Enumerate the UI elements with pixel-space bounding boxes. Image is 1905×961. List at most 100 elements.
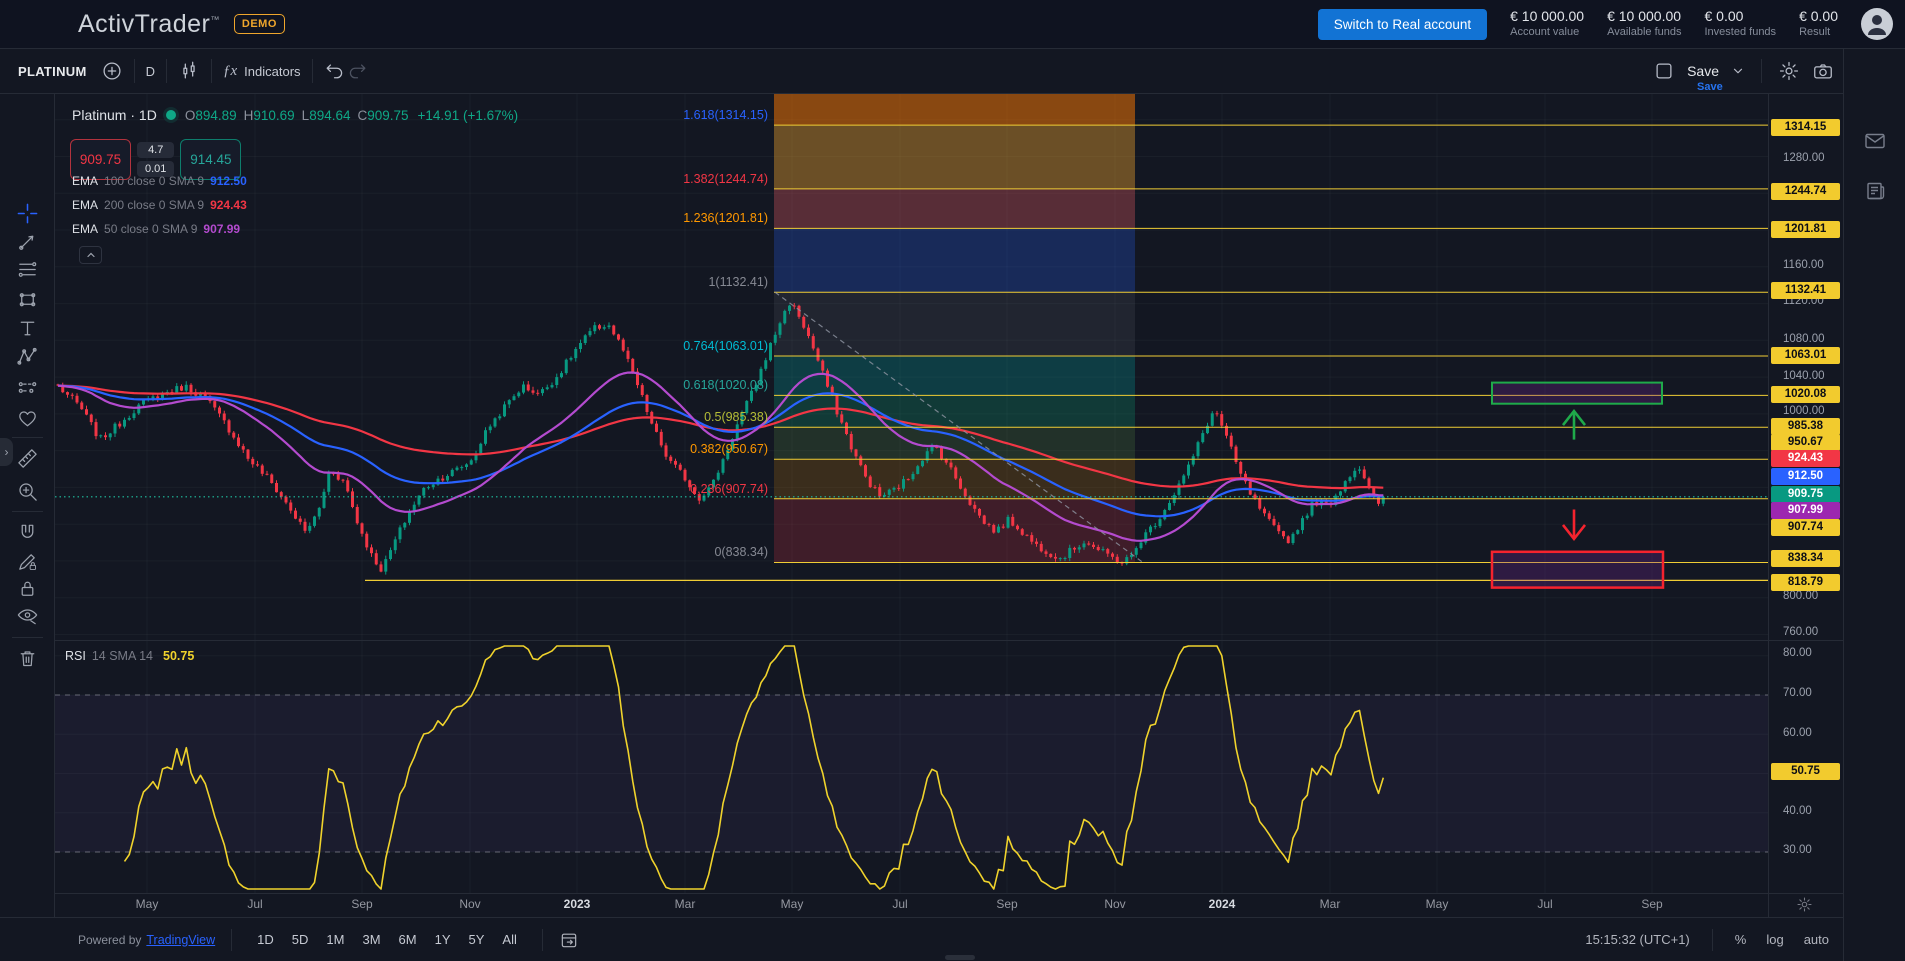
axis-settings-gear-icon[interactable] — [1796, 896, 1813, 918]
time-axis[interactable]: MayJulSepNov2023MarMayJulSepNov2024MarMa… — [0, 893, 1843, 917]
lock-drawings-tool[interactable] — [16, 577, 39, 600]
symbol-button[interactable]: PLATINUM — [18, 64, 87, 79]
pane-separator[interactable] — [55, 640, 1843, 641]
invested-funds: € 0.00 — [1705, 8, 1777, 26]
price-badge: 1063.01 — [1771, 347, 1840, 364]
text-tool[interactable] — [16, 317, 39, 340]
price-badge: 907.99 — [1771, 502, 1840, 519]
fib-level-label: 1.382(1244.74) — [683, 172, 768, 186]
auto-scale-button[interactable]: auto — [1804, 932, 1829, 947]
redo-button[interactable] — [346, 60, 368, 82]
xabcd-pattern-tool[interactable] — [16, 345, 39, 368]
rail-collapse-handle[interactable]: › — [0, 438, 13, 466]
range-5y-button[interactable]: 5Y — [460, 928, 494, 951]
percent-scale-button[interactable]: % — [1735, 932, 1747, 947]
fib-retracement-tool[interactable] — [16, 258, 39, 281]
fib-level-label: 1.236(1201.81) — [683, 211, 768, 225]
panel-resize-handle[interactable] — [945, 955, 975, 960]
rsi-legend[interactable]: RSI14 SMA 14 50.75 — [65, 649, 194, 663]
fib-level-label: 0.236(907.74) — [690, 482, 768, 496]
indicators-button[interactable]: ƒx Indicators — [223, 63, 301, 80]
time-tick: May — [136, 897, 159, 911]
crosshair-tool[interactable] — [16, 202, 39, 225]
price-chart-canvas[interactable] — [0, 0, 1905, 961]
price-badge: 924.43 — [1771, 450, 1840, 467]
emoji-tool[interactable] — [16, 407, 39, 430]
price-tick: 70.00 — [1783, 687, 1812, 699]
go-to-date-icon[interactable] — [559, 930, 579, 950]
chevron-up-icon — [85, 249, 97, 261]
range-1m-button[interactable]: 1M — [317, 928, 353, 951]
layout-icon[interactable] — [1653, 60, 1675, 82]
header-right: Switch to Real account € 10 000.00 Accou… — [1318, 8, 1905, 40]
range-1y-button[interactable]: 1Y — [426, 928, 460, 951]
available-funds-label: Available funds — [1607, 26, 1681, 40]
zoom-in-tool[interactable] — [16, 480, 39, 503]
redo-icon — [346, 60, 368, 82]
account-value: € 10 000.00 — [1510, 8, 1584, 26]
ema-100-row[interactable]: EMA100 close 0 SMA 9 912.50 — [72, 174, 247, 188]
compare-add-button[interactable] — [101, 60, 123, 82]
price-scale[interactable]: 1280.001160.001120.001080.001040.001000.… — [1768, 94, 1843, 917]
time-tick: Nov — [459, 897, 480, 911]
price-tick: 760.00 — [1783, 626, 1818, 638]
range-5d-button[interactable]: 5D — [283, 928, 318, 951]
camera-snapshot-icon[interactable] — [1812, 60, 1834, 82]
price-badge: 50.75 — [1771, 763, 1840, 780]
settings-gear-icon[interactable] — [1778, 60, 1800, 82]
price-badge: 909.75 — [1771, 486, 1840, 503]
price-badge: 818.79 — [1771, 574, 1840, 591]
ema-200-value: 924.43 — [210, 198, 247, 212]
tradingview-link[interactable]: TradingView — [146, 933, 215, 947]
price-badge: 950.67 — [1771, 434, 1840, 451]
trademark: ™ — [210, 14, 220, 24]
symbol-title[interactable]: Platinum · 1D — [72, 107, 157, 123]
range-all-button[interactable]: All — [493, 928, 525, 951]
legend-collapse-button[interactable] — [79, 246, 102, 264]
remove-drawings-tool[interactable] — [16, 647, 39, 670]
news-icon — [1863, 179, 1887, 203]
market-open-dot — [166, 110, 176, 120]
hide-drawings-tool[interactable] — [16, 604, 39, 627]
time-tick: Mar — [1320, 897, 1341, 911]
rsi-value: 50.75 — [163, 649, 194, 663]
price-tick: 60.00 — [1783, 727, 1812, 739]
ema-200-row[interactable]: EMA200 close 0 SMA 9 924.43 — [72, 198, 247, 212]
measure-ruler-tool[interactable] — [16, 447, 39, 470]
time-tick: May — [1426, 897, 1449, 911]
time-tick: 2024 — [1209, 897, 1236, 911]
interval-button[interactable]: D — [146, 64, 155, 79]
range-1d-button[interactable]: 1D — [248, 928, 283, 951]
price-badge: 838.34 — [1771, 550, 1840, 567]
chart-type-button[interactable] — [178, 60, 200, 82]
drawing-tools-rail — [0, 94, 55, 917]
time-tick: Jul — [892, 897, 907, 911]
trend-line-tool[interactable] — [16, 230, 39, 253]
user-avatar[interactable] — [1861, 8, 1893, 40]
powered-by-label: Powered by — [78, 933, 141, 947]
log-scale-button[interactable]: log — [1766, 932, 1783, 947]
chevron-down-icon[interactable] — [1731, 64, 1745, 78]
news-panel-button[interactable] — [1863, 179, 1887, 208]
prediction-tool[interactable] — [16, 376, 39, 399]
price-tick: 800.00 — [1783, 590, 1818, 602]
mail-panel-button[interactable] — [1863, 129, 1887, 158]
toolbar-right: Save — [1653, 59, 1843, 83]
ema-50-row[interactable]: EMA50 close 0 SMA 9 907.99 — [72, 222, 240, 236]
switch-to-real-account-button[interactable]: Switch to Real account — [1318, 9, 1487, 40]
range-6m-button[interactable]: 6M — [390, 928, 426, 951]
undo-button[interactable] — [324, 60, 346, 82]
side-panel-rail — [1843, 49, 1905, 961]
price-badge: 1132.41 — [1771, 282, 1840, 299]
price-tick: 1280.00 — [1783, 152, 1825, 164]
range-3m-button[interactable]: 3M — [353, 928, 389, 951]
change-value: +14.91 (+1.67%) — [418, 108, 519, 123]
magnet-mode-tool[interactable] — [16, 521, 39, 544]
trading-platform: ActivTrader™ DEMO Switch to Real account… — [0, 0, 1905, 961]
session-clock[interactable]: 15:15:32 (UTC+1) — [1585, 932, 1689, 947]
person-icon — [1861, 8, 1893, 40]
time-tick: Nov — [1104, 897, 1125, 911]
drawing-mode-lock-tool[interactable] — [16, 550, 39, 573]
shapes-tool[interactable] — [16, 288, 39, 311]
save-button[interactable]: Save — [1687, 63, 1719, 79]
